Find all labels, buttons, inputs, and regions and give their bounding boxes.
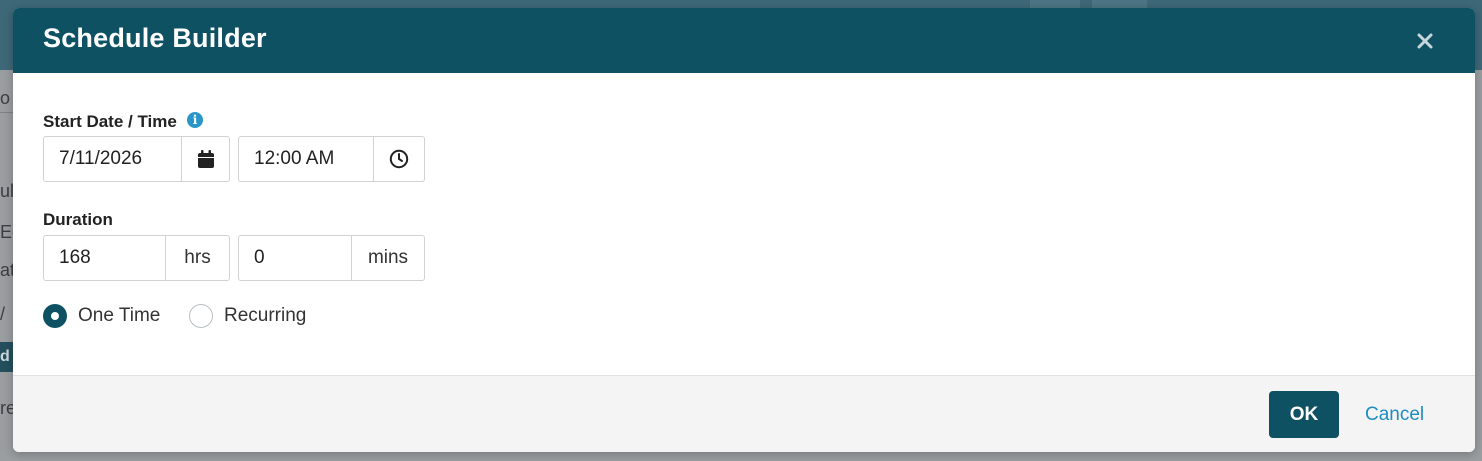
schedule-builder-dialog: Schedule Builder Start Date / Time i 7/1…: [13, 8, 1475, 452]
recurring-radio[interactable]: [189, 304, 213, 328]
duration-minutes-value[interactable]: 0: [254, 236, 265, 280]
close-icon: [1417, 33, 1433, 49]
minutes-unit: mins: [351, 236, 424, 280]
cancel-button[interactable]: Cancel: [1365, 391, 1424, 438]
duration-label: Duration: [43, 210, 113, 229]
start-time-value[interactable]: 12:00 AM: [254, 137, 334, 181]
clock-icon: [389, 149, 409, 169]
background-text: /: [0, 304, 6, 324]
background-selected-row: d: [0, 342, 14, 372]
duration-hours-input[interactable]: 168 hrs: [43, 235, 230, 281]
calendar-icon: [197, 149, 214, 168]
dialog-footer: OK Cancel: [13, 375, 1475, 452]
calendar-button[interactable]: [181, 137, 229, 181]
background-text: o: [0, 88, 11, 108]
dialog-header: Schedule Builder: [13, 8, 1475, 73]
duration-hours-value[interactable]: 168: [59, 236, 91, 280]
close-button[interactable]: [1411, 26, 1439, 54]
recurring-label[interactable]: Recurring: [224, 305, 306, 327]
start-date-value[interactable]: 7/11/2026: [59, 137, 142, 181]
duration-minutes-input[interactable]: 0 mins: [238, 235, 425, 281]
one-time-radio[interactable]: [43, 304, 67, 328]
one-time-label[interactable]: One Time: [78, 305, 160, 327]
start-date-input[interactable]: 7/11/2026: [43, 136, 230, 182]
info-icon[interactable]: i: [187, 112, 203, 128]
hours-unit: hrs: [165, 236, 229, 280]
clock-button[interactable]: [373, 137, 424, 181]
background-text: ul: [0, 181, 15, 201]
start-time-input[interactable]: 12:00 AM: [238, 136, 425, 182]
background-divider: [0, 112, 14, 113]
dialog-title: Schedule Builder: [43, 23, 267, 53]
start-date-time-label: Start Date / Time: [43, 112, 177, 131]
ok-button[interactable]: OK: [1269, 391, 1339, 438]
